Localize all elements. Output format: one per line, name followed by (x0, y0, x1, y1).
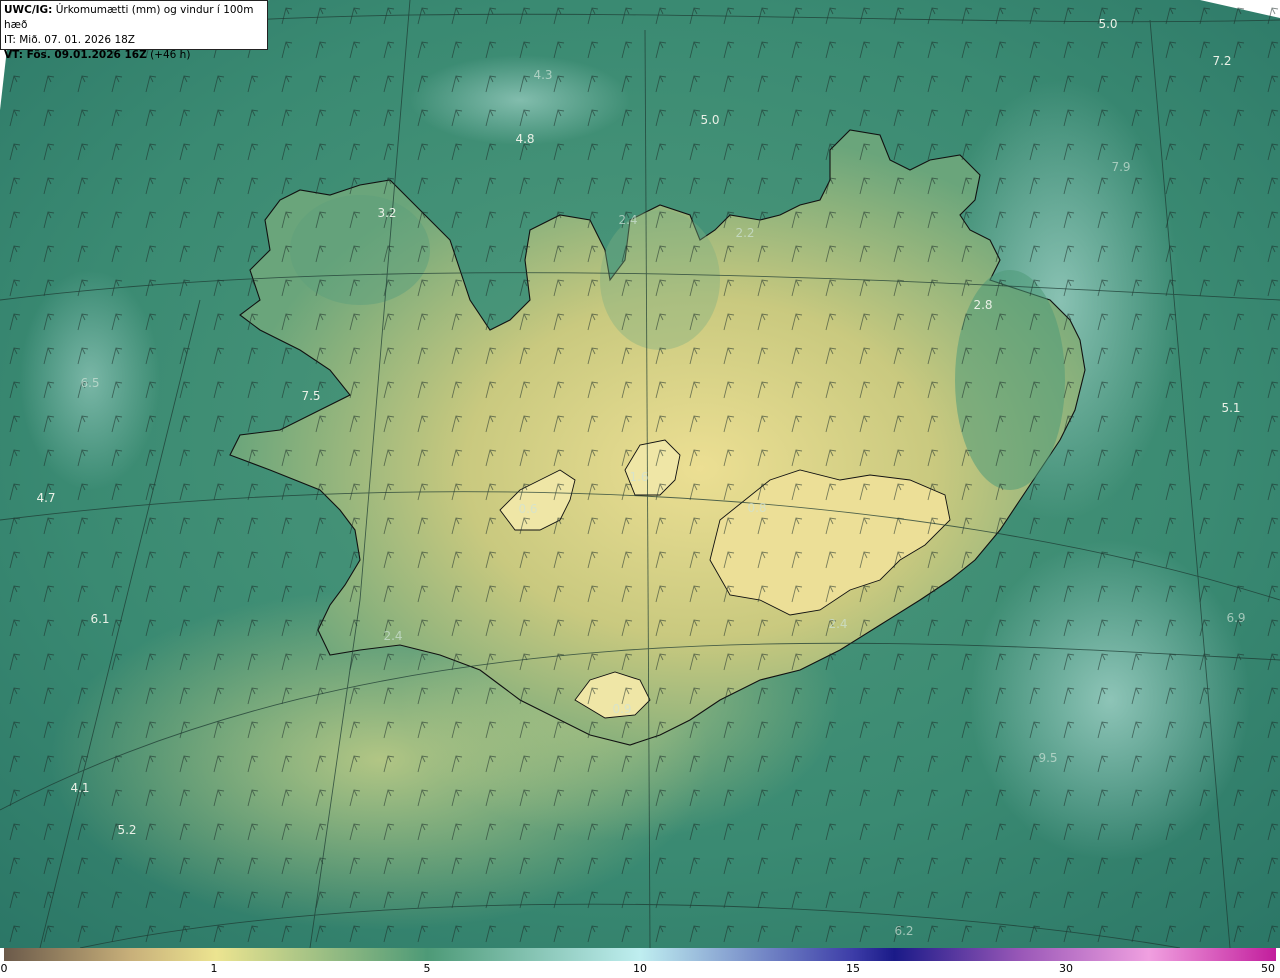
scale-tick: 0 (0, 962, 8, 975)
value-label: 6.5 (80, 376, 100, 390)
value-label: 2.2 (735, 226, 755, 240)
value-label: 9.5 (1038, 751, 1058, 765)
value-label: 5.2 (117, 823, 137, 837)
map-info-box: UWC/IG: Úrkomumætti (mm) og vindur í 100… (0, 0, 268, 61)
value-label: 6.1 (90, 612, 110, 626)
value-label: 4.8 (515, 132, 535, 146)
value-label: 5.1 (1221, 401, 1241, 415)
value-label: 2.4 (618, 213, 638, 227)
init-time: IT: Mið. 07. 01. 2026 18Z (4, 34, 135, 46)
color-scale: 0 1 5 10 15 30 50 (0, 948, 1280, 978)
value-label: 4.7 (36, 491, 56, 505)
value-label: 7.2 (1212, 54, 1232, 68)
value-label: 3.2 (377, 206, 397, 220)
lead-time: (+46 h) (150, 49, 191, 61)
scale-tick: 1 (210, 962, 218, 975)
scale-tick: 5 (423, 962, 431, 975)
value-label: 7.5 (301, 389, 321, 403)
value-label: 0.6 (518, 502, 538, 516)
value-label: 1.6 (629, 470, 649, 484)
scale-tick: 50 (1261, 962, 1275, 975)
value-label: 7.9 (1111, 160, 1131, 174)
value-label: 6.2 (894, 924, 914, 938)
value-label: 6.9 (1226, 611, 1246, 625)
model-name: UWC/IG: (4, 4, 53, 16)
color-scale-bar (4, 948, 1276, 961)
value-label: 5.0 (1098, 17, 1118, 31)
valid-time: VT: Fös. 09.01.2026 16Z (4, 49, 147, 61)
scale-tick: 30 (1059, 962, 1073, 975)
value-label: 5.0 (700, 113, 720, 127)
scale-tick: 15 (846, 962, 860, 975)
value-label: 0.8 (747, 501, 767, 515)
value-label: 0.9 (612, 702, 632, 716)
scale-tick: 10 (633, 962, 647, 975)
value-label: 4.1 (70, 781, 90, 795)
value-label: 4.3 (533, 68, 553, 82)
value-label: 2.8 (973, 298, 993, 312)
value-label: 2.4 (383, 629, 403, 643)
value-label: 2.4 (828, 617, 848, 631)
